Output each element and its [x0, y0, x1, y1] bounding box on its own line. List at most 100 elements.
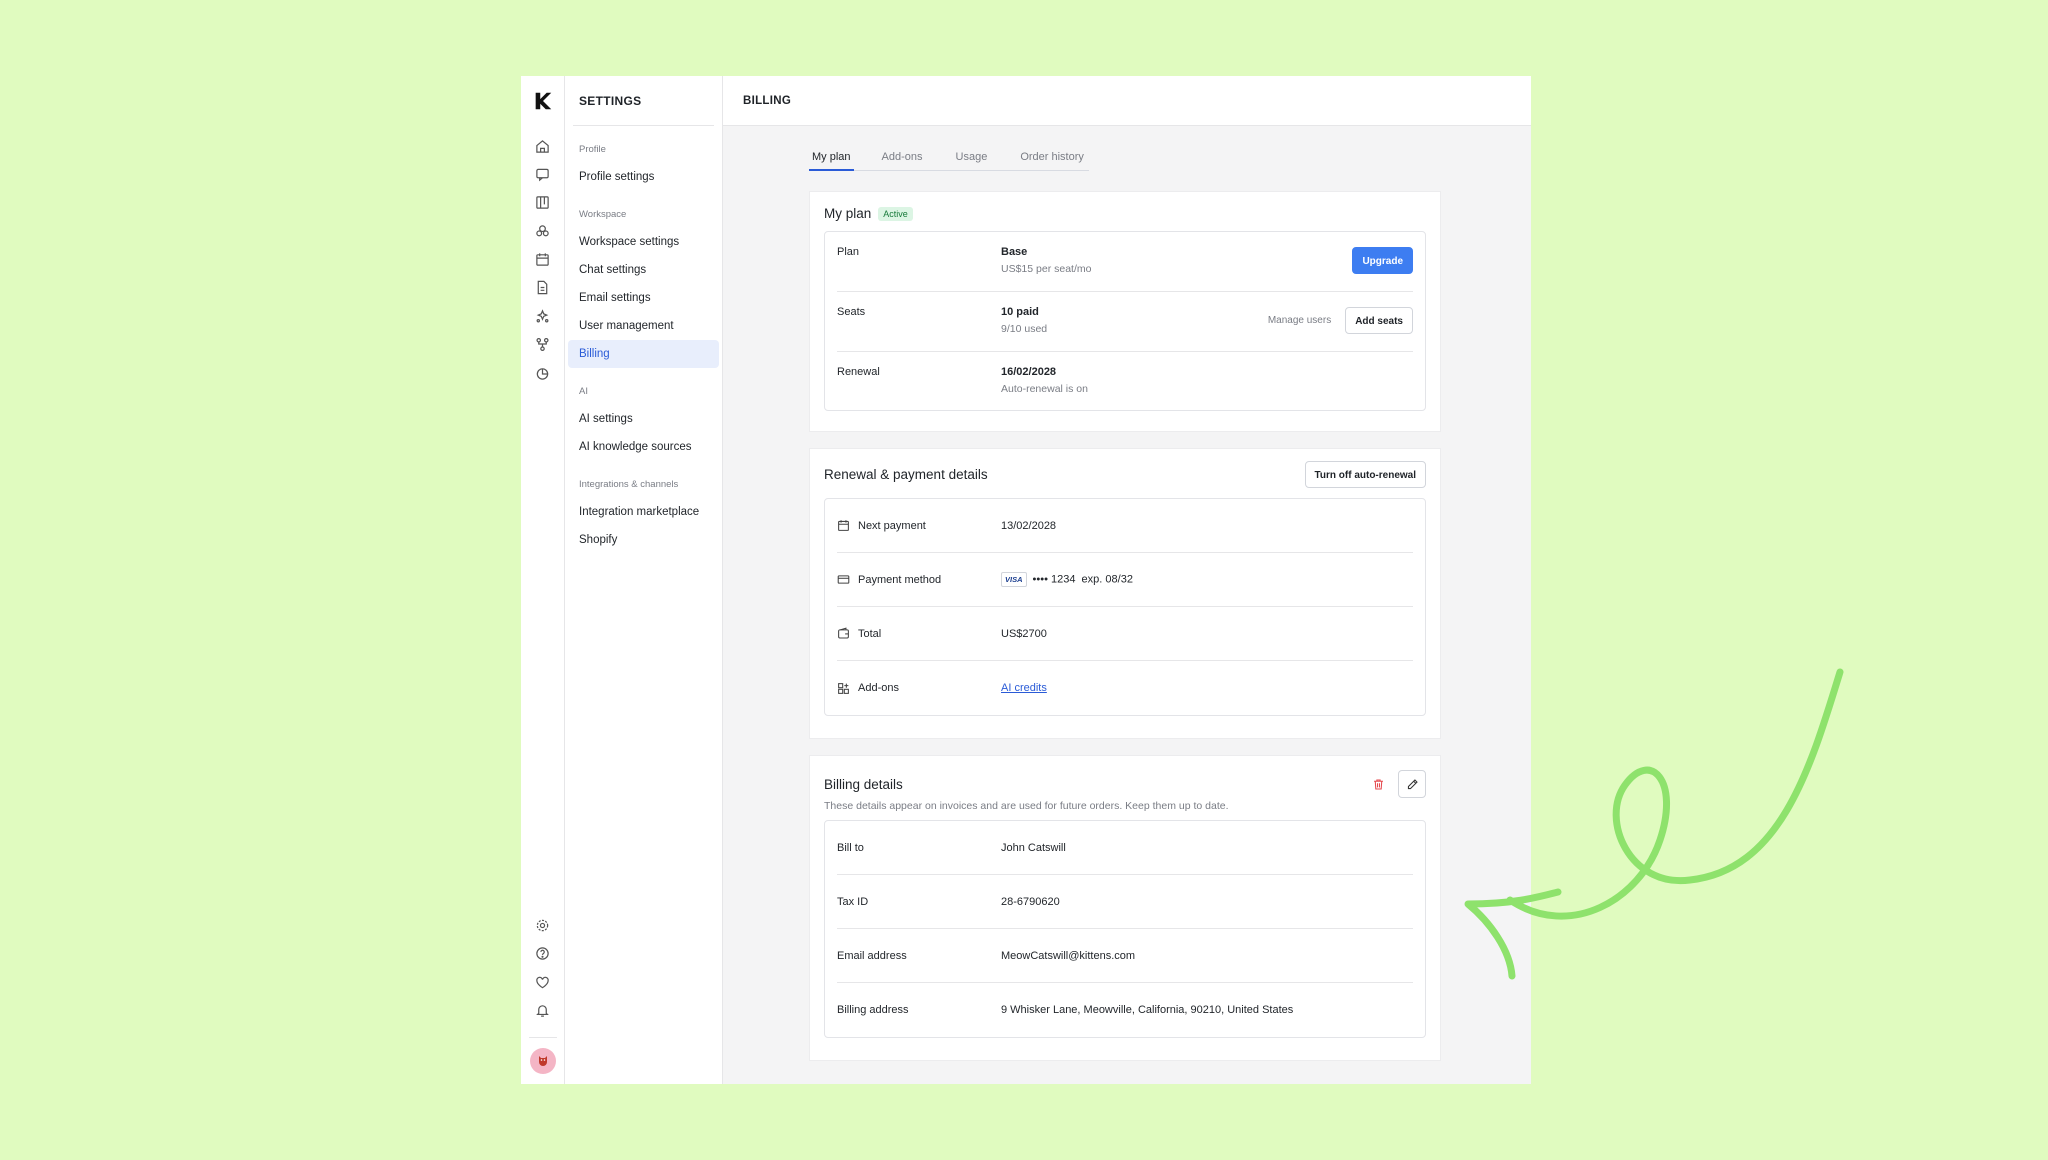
card-details: •••• 1234 exp. 08/32 — [1032, 573, 1133, 586]
status-badge: Active — [878, 206, 913, 221]
tax-id-row: Tax ID 28-6790620 — [837, 875, 1413, 929]
settings-nav: SETTINGS Profile Profile settings Workspac… — [565, 76, 723, 1084]
help-icon[interactable] — [529, 940, 557, 968]
total-value: US$2700 — [1001, 627, 1047, 640]
home-icon[interactable] — [529, 132, 557, 160]
seats-used: 9/10 used — [1001, 323, 1048, 335]
bill-to-row: Bill to John Catswill — [837, 821, 1413, 875]
seats-row: Seats 10 paid 9/10 used Manage users Add … — [837, 292, 1413, 352]
auto-renewal-status: Auto-renewal is on — [1001, 383, 1088, 395]
addons-label: Add-ons — [858, 682, 899, 694]
sparkle-icon[interactable] — [529, 302, 557, 330]
sidebar-item-ai-settings[interactable]: AI settings — [568, 405, 719, 433]
sidebar-item-ai-knowledge-sources[interactable]: AI knowledge sources — [568, 433, 719, 461]
addons-row: Add-ons AI credits — [837, 661, 1413, 715]
plan-card-title: My plan — [824, 206, 872, 221]
payment-method-label: Payment method — [858, 573, 942, 586]
add-seats-button[interactable]: Add seats — [1345, 307, 1413, 334]
delete-button[interactable] — [1364, 770, 1392, 798]
calendar-icon — [838, 520, 849, 531]
sidebar-item-profile-settings[interactable]: Profile settings — [568, 163, 719, 191]
seats-value: 10 paid — [1001, 306, 1039, 318]
credit-card-icon — [837, 575, 850, 584]
plan-price: US$15 per seat/mo — [1001, 263, 1092, 275]
payment-card-title: Renewal & payment details — [824, 467, 988, 482]
billing-card: Billing details These details appear on … — [809, 755, 1441, 1061]
tab-order-history[interactable]: Order history — [1017, 146, 1087, 171]
bell-icon[interactable] — [529, 997, 557, 1025]
seats-label: Seats — [837, 306, 866, 318]
total-row: Total US$2700 — [837, 607, 1413, 661]
nav-section-title: Profile — [579, 144, 606, 155]
plan-value: Base — [1001, 246, 1028, 258]
visa-icon: VISA — [1001, 572, 1027, 587]
billing-address-value: 9 Whisker Lane, Meowville, California, 9… — [1001, 1004, 1294, 1016]
sidebar-item-email-settings[interactable]: Email settings — [568, 284, 719, 312]
payment-method-row: Payment method VISA •••• 1234 exp. 08/32 — [837, 553, 1413, 607]
analytics-icon[interactable] — [529, 359, 557, 387]
tax-id-value: 28-6790620 — [1001, 895, 1060, 908]
nav-section-title: AI — [579, 386, 588, 397]
turn-off-auto-renewal-button[interactable]: Turn off auto-renewal — [1304, 461, 1426, 488]
app-window: SETTINGS Profile Profile settings Workspac… — [521, 76, 1531, 1084]
heart-icon[interactable] — [529, 968, 557, 996]
gear-icon[interactable] — [529, 911, 557, 939]
billing-address-label: Billing address — [837, 1004, 909, 1016]
renewal-label: Renewal — [837, 366, 880, 378]
bill-to-label: Bill to — [837, 841, 864, 854]
email-row: Email address MeowCatswill@kittens.com — [837, 929, 1413, 983]
avatar[interactable] — [529, 1048, 556, 1074]
email-label: Email address — [837, 949, 907, 962]
sidebar-item-user-management[interactable]: User management — [568, 312, 719, 340]
page-title: BILLING — [723, 76, 1531, 126]
rail-divider — [528, 1037, 557, 1038]
edit-button[interactable] — [1398, 770, 1426, 798]
renewal-value: 16/02/2028 — [1001, 366, 1057, 378]
sidebar-item-chat-settings[interactable]: Chat settings — [568, 256, 719, 284]
tab-my-plan[interactable]: My plan — [809, 146, 854, 171]
logo-icon[interactable] — [532, 90, 554, 112]
annotation-arrow-icon — [1464, 668, 1844, 980]
email-value: MeowCatswill@kittens.com — [1001, 949, 1136, 962]
wallet-icon — [838, 627, 849, 639]
main-area: BILLING My plan Add-ons Usage Order hist… — [723, 76, 1531, 1084]
ai-credits-link[interactable]: AI credits — [1001, 682, 1047, 694]
sidebar-item-workspace-settings[interactable]: Workspace settings — [568, 228, 719, 256]
billing-address-row: Billing address 9 Whisker Lane, Meowvill… — [837, 983, 1413, 1037]
next-payment-label: Next payment — [858, 519, 926, 532]
manage-users-button[interactable]: Manage users — [1262, 307, 1337, 334]
trash-icon — [1373, 779, 1383, 789]
billing-card-title: Billing details — [824, 776, 903, 792]
pencil-icon — [1407, 778, 1418, 789]
contacts-icon[interactable] — [529, 217, 557, 245]
nav-section-title: Workspace — [579, 209, 627, 220]
sidebar-item-integration-marketplace[interactable]: Integration marketplace — [568, 498, 719, 526]
tax-id-label: Tax ID — [837, 895, 869, 908]
document-icon[interactable] — [529, 274, 557, 302]
plan-card: My plan Active Plan Base US$15 per seat/m… — [809, 191, 1441, 432]
settings-title: SETTINGS — [573, 76, 714, 126]
bill-to-value: John Catswill — [1001, 841, 1066, 854]
icon-rail — [521, 76, 565, 1084]
plan-label: Plan — [837, 246, 860, 258]
chat-icon[interactable] — [529, 160, 557, 188]
upgrade-button[interactable]: Upgrade — [1352, 247, 1413, 274]
calendar-icon[interactable] — [529, 246, 557, 274]
workflow-icon[interactable] — [529, 331, 557, 359]
next-payment-row: Next payment 13/02/2028 — [837, 499, 1413, 553]
add-ons-icon — [838, 682, 849, 694]
sidebar-item-shopify[interactable]: Shopify — [568, 526, 719, 554]
plan-details: Plan Base US$15 per seat/mo Upgrade Seats… — [824, 231, 1426, 411]
payment-details: Next payment 13/02/2028 Payment method V… — [824, 498, 1426, 716]
tab-add-ons[interactable]: Add-ons — [879, 146, 926, 171]
billing-description: These details appear on invoices and are… — [824, 800, 1229, 812]
tab-usage[interactable]: Usage — [953, 146, 991, 171]
payment-card: Renewal & payment details Turn off auto-… — [809, 448, 1441, 739]
board-icon[interactable] — [529, 189, 557, 217]
nav-section-title: Integrations & channels — [579, 479, 679, 490]
plan-row: Plan Base US$15 per seat/mo Upgrade — [837, 232, 1413, 292]
billing-details: Bill to John Catswill Tax ID 28-6790620 … — [824, 820, 1426, 1038]
renewal-row: Renewal 16/02/2028 Auto-renewal is on — [837, 352, 1413, 410]
sidebar-item-billing[interactable]: Billing — [568, 340, 719, 368]
billing-tabs: My plan Add-ons Usage Order history — [809, 146, 1089, 171]
